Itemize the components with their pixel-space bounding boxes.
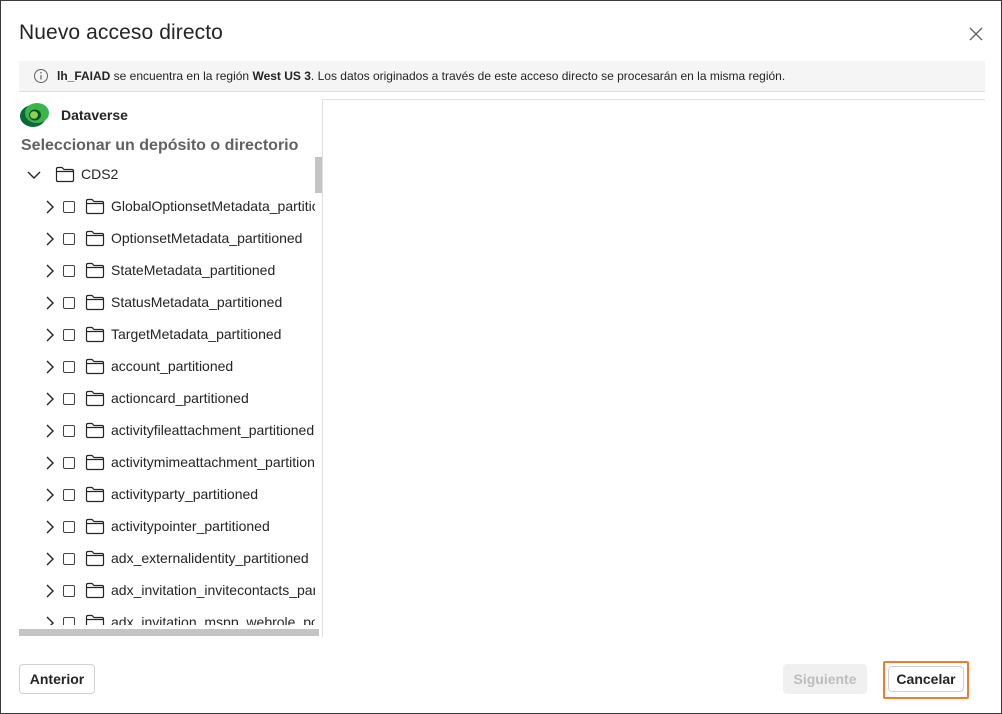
- back-button[interactable]: Anterior: [19, 664, 95, 694]
- tree-item-label: StatusMetadata_partitioned: [111, 294, 283, 310]
- info-text-a: se encuentra en la región: [110, 69, 253, 83]
- tree-item[interactable]: activityparty_partitioned: [19, 483, 315, 507]
- folder-icon: [85, 582, 105, 599]
- region-name: West US 3: [252, 69, 311, 83]
- item-checkbox[interactable]: [63, 265, 75, 277]
- cancel-button[interactable]: Cancelar: [888, 666, 964, 692]
- preview-pane: [323, 99, 985, 638]
- tree-item-label: account_partitioned: [111, 358, 234, 374]
- tree-item-label: adx_invitation_mspp_webrole_powerpagecom…: [111, 614, 315, 625]
- dataverse-logo: [20, 103, 49, 127]
- tree-item-label: activityparty_partitioned: [111, 486, 259, 502]
- chevron-right-icon[interactable]: [43, 360, 57, 374]
- folder-icon: [85, 230, 105, 247]
- tree-item-label: GlobalOptionsetMetadata_partitioned: [111, 198, 315, 214]
- tree-item[interactable]: account_partitioned: [19, 355, 315, 379]
- chevron-right-icon[interactable]: [43, 488, 57, 502]
- tree-item-label: activitymimeattachment_partitioned: [111, 454, 315, 470]
- item-checkbox[interactable]: [63, 617, 75, 625]
- tree-item[interactable]: adx_externalidentity_partitioned: [19, 547, 315, 571]
- tree-item[interactable]: adx_invitation_invitecontacts_partitione…: [19, 579, 315, 603]
- next-button[interactable]: Siguiente: [783, 664, 867, 694]
- item-checkbox[interactable]: [63, 585, 75, 597]
- item-checkbox[interactable]: [63, 553, 75, 565]
- tree-root-label: CDS2: [81, 166, 119, 182]
- source-header: Dataverse: [19, 103, 128, 127]
- horizontal-scrollbar[interactable]: [19, 629, 319, 636]
- tree-item[interactable]: activitymimeattachment_partitioned: [19, 451, 315, 475]
- tree-item-label: StateMetadata_partitioned: [111, 262, 276, 278]
- item-checkbox[interactable]: [63, 361, 75, 373]
- source-name: Dataverse: [61, 107, 128, 123]
- tree-item-label: actioncard_partitioned: [111, 390, 249, 406]
- folder-icon: [85, 518, 105, 535]
- item-checkbox[interactable]: [63, 425, 75, 437]
- folder-tree: CDS2 GlobalOptionsetMetadata_partitioned…: [19, 161, 315, 625]
- chevron-right-icon[interactable]: [43, 456, 57, 470]
- item-checkbox[interactable]: [63, 393, 75, 405]
- tree-item[interactable]: activityfileattachment_partitioned: [19, 419, 315, 443]
- chevron-right-icon[interactable]: [43, 232, 57, 246]
- folder-icon: [85, 454, 105, 471]
- tree-item[interactable]: adx_invitation_mspp_webrole_powerpagecom…: [19, 611, 315, 625]
- folder-icon: [85, 326, 105, 343]
- tree-section-label: Seleccionar un depósito o directorio: [21, 137, 299, 154]
- chevron-right-icon[interactable]: [43, 200, 57, 214]
- chevron-right-icon[interactable]: [43, 552, 57, 566]
- folder-icon: [85, 422, 105, 439]
- item-checkbox[interactable]: [63, 489, 75, 501]
- tree-item[interactable]: StatusMetadata_partitioned: [19, 291, 315, 315]
- chevron-right-icon[interactable]: [43, 584, 57, 598]
- close-icon[interactable]: [965, 23, 987, 45]
- item-checkbox[interactable]: [63, 329, 75, 341]
- chevron-right-icon[interactable]: [43, 296, 57, 310]
- info-icon: [34, 69, 48, 83]
- chevron-right-icon[interactable]: [43, 424, 57, 438]
- tree-root[interactable]: CDS2: [19, 163, 315, 187]
- tree-item[interactable]: OptionsetMetadata_partitioned: [19, 227, 315, 251]
- folder-icon: [85, 358, 105, 375]
- dialog-title: Nuevo acceso directo: [19, 21, 223, 44]
- tree-item-label: adx_externalidentity_partitioned: [111, 550, 309, 566]
- item-checkbox[interactable]: [63, 521, 75, 533]
- source-browser-pane: Dataverse Seleccionar un depósito o dire…: [19, 99, 323, 637]
- chevron-right-icon[interactable]: [43, 392, 57, 406]
- folder-icon: [85, 294, 105, 311]
- chevron-right-icon[interactable]: [43, 264, 57, 278]
- tree-item[interactable]: activitypointer_partitioned: [19, 515, 315, 539]
- chevron-down-icon[interactable]: [27, 169, 41, 181]
- item-checkbox[interactable]: [63, 457, 75, 469]
- tree-item-label: OptionsetMetadata_partitioned: [111, 230, 303, 246]
- tree-item[interactable]: TargetMetadata_partitioned: [19, 323, 315, 347]
- folder-icon: [85, 198, 105, 215]
- chevron-right-icon[interactable]: [43, 616, 57, 625]
- item-checkbox[interactable]: [63, 233, 75, 245]
- chevron-right-icon[interactable]: [43, 520, 57, 534]
- item-checkbox[interactable]: [63, 297, 75, 309]
- tree-item[interactable]: StateMetadata_partitioned: [19, 259, 315, 283]
- tree-item-label: activitypointer_partitioned: [111, 518, 270, 534]
- tree-item-label: TargetMetadata_partitioned: [111, 326, 282, 342]
- shortcut-dialog: Nuevo acceso directo lh_FAIAD se encuent…: [0, 0, 1002, 714]
- tree-item-label: activityfileattachment_partitioned: [111, 422, 315, 438]
- folder-icon: [85, 550, 105, 567]
- tree-item[interactable]: GlobalOptionsetMetadata_partitioned: [19, 195, 315, 219]
- workspace-name: lh_FAIAD: [57, 69, 111, 83]
- item-checkbox[interactable]: [63, 201, 75, 213]
- folder-icon: [85, 486, 105, 503]
- folder-icon: [85, 614, 105, 625]
- tree-item[interactable]: actioncard_partitioned: [19, 387, 315, 411]
- tree-item-label: adx_invitation_invitecontacts_partitione…: [111, 582, 315, 598]
- info-text-b: . Los datos originados a través de este …: [310, 69, 786, 83]
- chevron-right-icon[interactable]: [43, 328, 57, 342]
- info-text: lh_FAIAD se encuentra en la región West …: [57, 69, 785, 83]
- folder-icon: [85, 390, 105, 407]
- folder-icon: [55, 166, 75, 183]
- region-info-bar: lh_FAIAD se encuentra en la región West …: [19, 61, 985, 92]
- folder-icon: [85, 262, 105, 279]
- vertical-scrollbar[interactable]: [315, 157, 322, 193]
